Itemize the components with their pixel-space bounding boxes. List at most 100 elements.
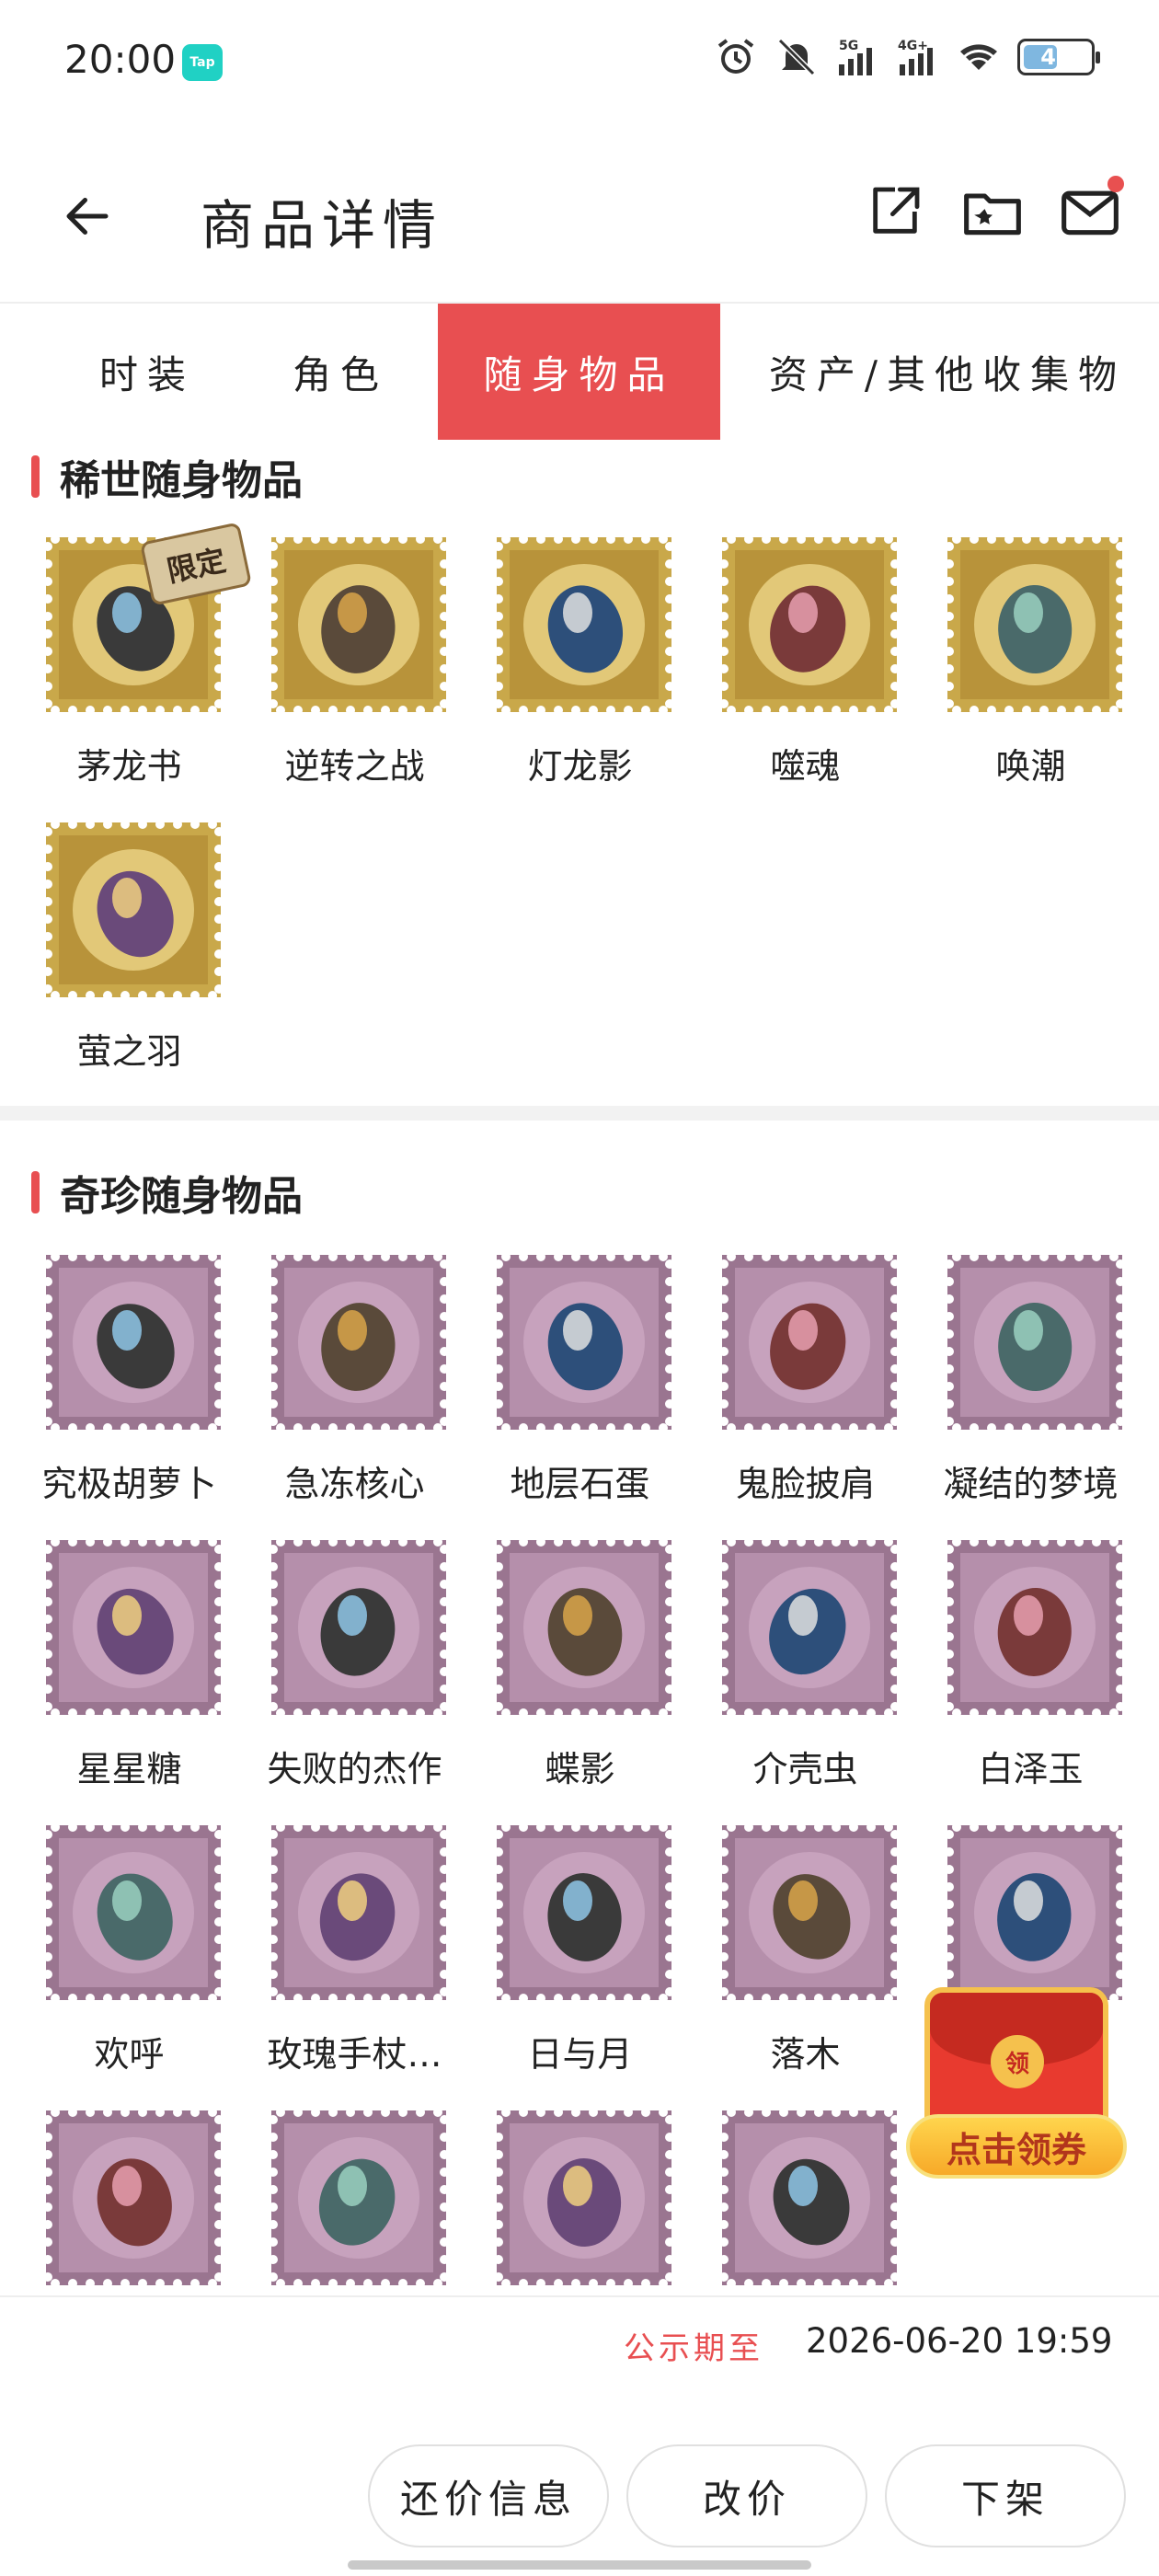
item-card[interactable]: 玫瑰手杖… [242, 1825, 467, 2092]
item-name: 唤潮 [995, 746, 1066, 787]
item-card[interactable]: 噬魂 [693, 537, 918, 804]
change-price-button[interactable]: 改价 [626, 2444, 867, 2547]
item-card[interactable]: 地层石蛋 [467, 1255, 693, 1522]
item-name: 茅龙书 [76, 746, 182, 787]
item-card[interactable]: 唤潮 [918, 537, 1143, 804]
leaf-frame-icon [722, 1825, 897, 2000]
jade-deer-icon [947, 1540, 1122, 1715]
section-treasure-title: 奇珍随身物品 [60, 1173, 303, 1220]
folder-star-icon [964, 193, 1021, 236]
back-button[interactable] [55, 184, 120, 248]
item-name: 究极胡萝卜 [41, 1464, 217, 1504]
back-arrow-icon [66, 198, 109, 235]
tab-assets-other[interactable]: 资产/其他收集物 [736, 304, 1159, 440]
dream-crystal-icon [947, 1255, 1122, 1430]
item-card[interactable]: 急冻核心 [242, 1255, 467, 1522]
shawl-icon [722, 1255, 897, 1430]
item-name: 逆转之战 [284, 746, 425, 787]
clockwork-icon [46, 2110, 221, 2285]
tab-accessories[interactable]: 随身物品 [438, 304, 720, 440]
net2-label: 4G+ [898, 39, 928, 53]
section-treasure-header: 奇珍随身物品 [31, 1163, 303, 1222]
title-bar: 商品详情 [0, 138, 1159, 304]
wave-icon [947, 537, 1122, 712]
sun-key-icon [497, 1825, 671, 2000]
signal-4g-icon: 4G+ [898, 39, 933, 75]
mute-bell-icon [777, 38, 816, 76]
rose-cane-icon [271, 1825, 446, 2000]
publicity-label: 公示期至 [624, 2330, 763, 2367]
wifi-icon [960, 44, 997, 70]
item-card[interactable]: 灯龙影 [467, 537, 693, 804]
publicity-date: 2026-06-20 19:59 [806, 2321, 1113, 2361]
limited-badge: 限定 [139, 522, 253, 606]
favorite-folder-button[interactable] [960, 179, 1025, 244]
page-title: 商品详情 [201, 194, 444, 257]
home-indicator [348, 2560, 811, 2570]
battery-icon: 40 [1017, 39, 1100, 75]
counter-offer-button[interactable]: 还价信息 [368, 2444, 609, 2547]
item-name: 日与月 [527, 2034, 633, 2075]
item-card[interactable]: 日与月 [467, 1825, 693, 2092]
thorn-wreath-icon [722, 2110, 897, 2285]
beetle-icon [722, 1540, 897, 1715]
share-button[interactable] [863, 179, 927, 244]
item-name: 萤之羽 [76, 1031, 182, 1072]
item-card[interactable]: 逆转之战 [242, 537, 467, 804]
message-button[interactable] [1058, 176, 1124, 244]
scythe-icon [722, 537, 897, 712]
winged-helmet-icon [271, 537, 446, 712]
item-card[interactable]: 欢呼 [17, 1825, 242, 2092]
item-name: 地层石蛋 [510, 1464, 650, 1504]
item-name: 急冻核心 [284, 1464, 425, 1504]
net1-label: 5G [839, 39, 858, 53]
item-card[interactable]: 介壳虫 [693, 1540, 918, 1807]
item-card[interactable]: 茅龙书 限定 [17, 522, 253, 804]
coupon-label: 点击领券 [906, 2114, 1127, 2179]
blue-gem-icon [497, 2110, 671, 2285]
item-card[interactable]: 究极胡萝卜 [17, 1255, 242, 1522]
crown-icon [271, 2110, 446, 2285]
stone-egg-icon [497, 1255, 671, 1430]
item-card[interactable]: 白泽玉 [918, 1540, 1143, 1807]
signal-5g-icon: 5G [839, 39, 872, 75]
item-card[interactable]: 凝结的梦境 [918, 1255, 1143, 1522]
share-icon [873, 187, 920, 234]
section-divider [0, 1106, 1159, 1121]
battery-level: 40 [1040, 44, 1072, 70]
item-card[interactable]: 落木 [693, 1825, 918, 2092]
status-icons: 5G 4G+ 40 [714, 35, 1100, 79]
section-rare-header: 稀世随身物品 [31, 447, 303, 506]
footer-bar: 公示期至 2026-06-20 19:59 还价信息 改价 下架 [0, 2295, 1159, 2576]
item-name: 噬魂 [770, 746, 841, 787]
item-card[interactable]: 鬼脸披肩 [693, 1255, 918, 1522]
item-name: 星星糖 [76, 1749, 182, 1789]
delist-button[interactable]: 下架 [885, 2444, 1126, 2547]
item-name: 灯龙影 [527, 746, 633, 787]
item-card[interactable]: 萤之羽 [17, 822, 242, 1089]
item-card[interactable]: 蝶影 [467, 1540, 693, 1807]
compass-icon [947, 1825, 1122, 2000]
item-name: 白泽玉 [978, 1749, 1084, 1789]
item-card[interactable]: 星星糖 [17, 1540, 242, 1807]
candy-jar-icon [46, 1540, 221, 1715]
section-marker [31, 455, 40, 498]
item-name: 蝶影 [545, 1749, 615, 1789]
tap-app-icon: Tap [182, 44, 223, 81]
section-marker [31, 1171, 40, 1213]
item-name: 落木 [770, 2034, 841, 2075]
item-card[interactable]: 失败的杰作 [242, 1540, 467, 1807]
carrot-jar-icon [46, 1255, 221, 1430]
item-name: 凝结的梦境 [943, 1464, 1119, 1504]
tab-fashion[interactable]: 时装 [37, 304, 258, 440]
section-rare-title: 稀世随身物品 [60, 457, 303, 504]
top-actions [863, 176, 1124, 244]
item-name: 鬼脸披肩 [735, 1464, 876, 1504]
doll-icon [271, 1540, 446, 1715]
coupon-float-button[interactable]: 领 点击领券 [897, 1987, 1141, 2185]
feather-duster-icon [46, 1825, 221, 2000]
status-bar: 20:00 Tap 5G 4G+ 40 [0, 0, 1159, 120]
tab-character[interactable]: 角色 [230, 304, 451, 440]
item-name: 介壳虫 [752, 1749, 858, 1789]
item-name: 玫瑰手杖… [267, 2034, 442, 2075]
